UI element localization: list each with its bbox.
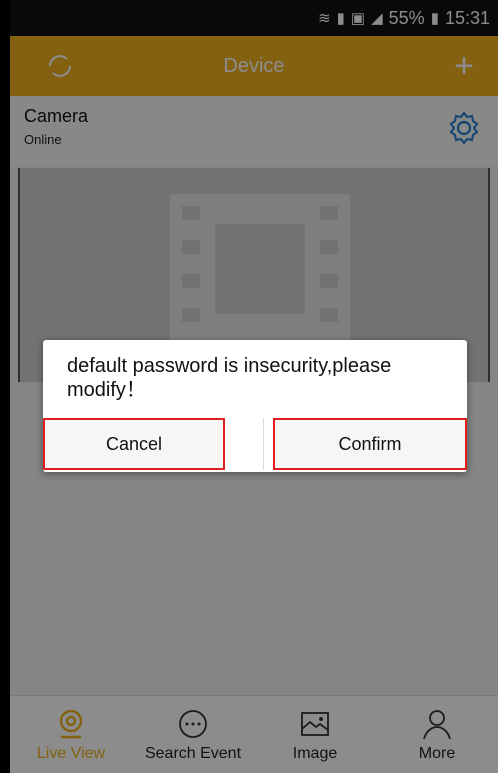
cancel-button[interactable]: Cancel (43, 418, 225, 470)
button-divider (263, 418, 264, 470)
app-screen: ≋ ▮ ▣ ◢ 55% ▮ 15:31 Device + Camera Onli… (10, 0, 498, 773)
confirm-button[interactable]: Confirm (273, 418, 467, 470)
dialog-buttons: Cancel Confirm (43, 414, 467, 472)
password-warning-dialog: default password is insecurity,please mo… (43, 340, 467, 472)
dialog-message: default password is insecurity,please mo… (67, 355, 392, 401)
